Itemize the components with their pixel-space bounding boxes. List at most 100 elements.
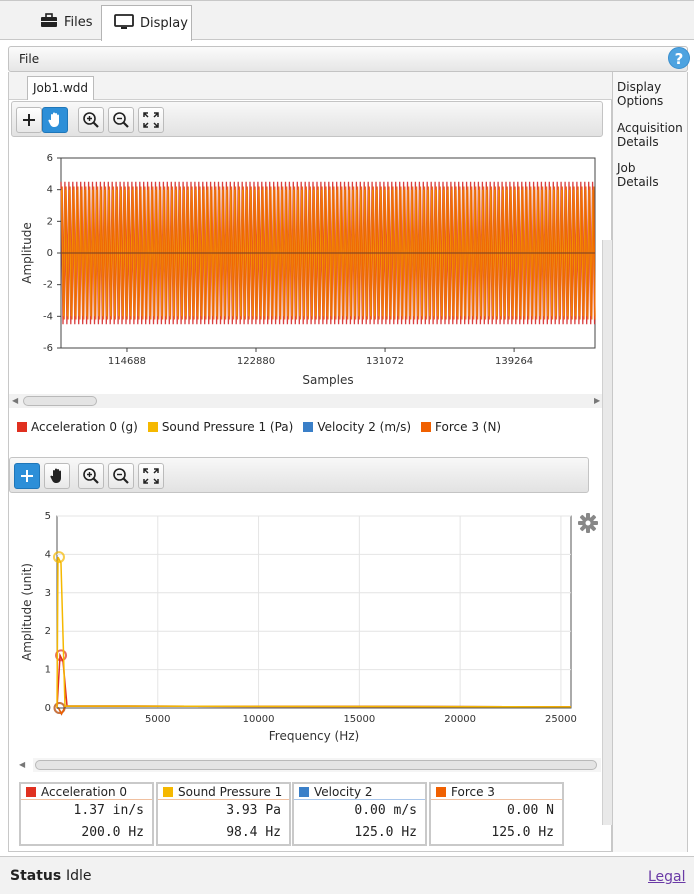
side-scroll-strip [602, 240, 612, 825]
scroll-left-arrow[interactable]: ◀ [12, 396, 18, 405]
time-plot-scrollbar[interactable]: ◀ ▶ [9, 394, 605, 408]
cursor-box-force: Force 3 0.00 N 125.0 Hz [429, 782, 564, 846]
y-tick-label: 4 [47, 185, 53, 196]
expand-icon [143, 112, 159, 128]
scroll-thumb[interactable] [35, 760, 597, 770]
side-item-display-options[interactable]: Display Options [617, 80, 663, 108]
zoom-in-button[interactable] [78, 107, 104, 133]
cursor-frequency: 98.4 Hz [226, 825, 281, 840]
legend-item[interactable]: Acceleration 0 (g) [17, 420, 138, 434]
legal-link[interactable]: Legal [648, 869, 686, 885]
status-bar: Status Idle Legal [0, 856, 694, 894]
tab-files-label: Files [64, 15, 93, 30]
pan-button[interactable] [42, 107, 68, 133]
cursor-box-sound-pressure: Sound Pressure 1 3.93 Pa 98.4 Hz [156, 782, 291, 846]
scroll-thumb[interactable] [23, 396, 97, 406]
zoom-out-button[interactable] [108, 463, 134, 489]
monitor-icon [114, 13, 134, 34]
app-window: Files Display File ? Job1.wdd 6 4 2 0 -2… [0, 0, 694, 894]
x-tick-label: 122880 [237, 356, 275, 367]
cursor-frequency: 200.0 Hz [81, 825, 144, 840]
x-tick-label: 10000 [243, 714, 275, 725]
tab-display[interactable]: Display [101, 5, 192, 41]
frequency-domain-chart[interactable]: 0 1 2 3 4 5 5000 10000 15000 20000 25000 Frequency … [9, 502, 609, 820]
side-item-label: Acquisition Details [617, 121, 683, 149]
scroll-left-arrow[interactable]: ◀ [19, 760, 25, 769]
scroll-right-arrow[interactable]: ▶ [594, 396, 600, 405]
zoom-out-icon [113, 468, 129, 484]
side-item-job-details[interactable]: Job Details [617, 161, 659, 189]
side-item-label: Job Details [617, 161, 659, 189]
tab-files[interactable]: Files [28, 5, 105, 40]
frequency-plot-toolbar [9, 457, 589, 493]
x-tick-label: 131072 [366, 356, 404, 367]
fit-view-button[interactable] [138, 463, 164, 489]
y-tick-label: 4 [45, 549, 51, 560]
y-tick-label: 0 [45, 703, 51, 714]
y-tick-label: 1 [45, 665, 51, 676]
zoom-out-icon [113, 112, 129, 128]
y-tick-label: -6 [43, 343, 53, 354]
hand-icon [48, 112, 59, 127]
legend-item[interactable]: Velocity 2 (m/s) [303, 420, 411, 434]
y-tick-label: -2 [43, 280, 53, 291]
time-plot-toolbar [11, 101, 603, 137]
side-item-label: Display Options [617, 80, 664, 108]
zoom-in-button[interactable] [78, 463, 104, 489]
status-label: Status [10, 868, 62, 884]
x-axis-label: Frequency (Hz) [269, 729, 360, 743]
zoom-in-icon [83, 468, 99, 484]
side-panel: Display Options Acquisition Details Job Det… [612, 72, 688, 852]
x-tick-label: 114688 [108, 356, 146, 367]
y-axis-label: Amplitude (unit) [20, 563, 34, 661]
side-item-acquisition-details[interactable]: Acquisition Details [617, 121, 683, 149]
cursor-value: 0.00 N [507, 803, 554, 818]
fit-view-button[interactable] [138, 107, 164, 133]
y-tick-label: 2 [47, 216, 53, 227]
cursor-box-velocity: Velocity 2 0.00 m/s 125.0 Hz [292, 782, 427, 846]
document-tab[interactable]: Job1.wdd [27, 76, 94, 100]
chart-legend: Acceleration 0 (g) Sound Pressure 1 (Pa)… [17, 420, 501, 434]
zoom-out-button[interactable] [108, 107, 134, 133]
add-cursor-button[interactable] [16, 107, 42, 133]
y-tick-label: 6 [47, 153, 53, 164]
plus-icon [23, 114, 35, 126]
y-axis-label: Amplitude [20, 222, 34, 284]
cursor-value: 0.00 m/s [354, 803, 417, 818]
y-tick-label: 0 [47, 248, 53, 259]
expand-icon [143, 468, 159, 484]
y-tick-label: 3 [45, 588, 51, 599]
y-tick-label: 5 [45, 511, 51, 522]
status-value: Idle [66, 868, 92, 884]
time-domain-chart[interactable]: 6 4 2 0 -2 -4 -6 114688 122880 131072 139264 Sample… [9, 142, 609, 462]
pan-button[interactable] [44, 463, 70, 489]
file-menu-bar: File ? [8, 46, 690, 72]
main-content: Job1.wdd 6 4 2 0 -2 -4 -6 114688 122880 131072 139… [8, 72, 613, 852]
y-tick-label: -4 [43, 311, 53, 322]
help-icon[interactable]: ? [668, 47, 690, 69]
x-tick-label: 15000 [343, 714, 375, 725]
x-axis-label: Samples [302, 373, 353, 387]
x-tick-label: 25000 [545, 714, 577, 725]
y-tick-label: 2 [45, 626, 51, 637]
x-tick-label: 20000 [444, 714, 476, 725]
cursor-frequency: 125.0 Hz [491, 825, 554, 840]
add-cursor-button[interactable] [14, 463, 40, 489]
file-menu[interactable]: File [19, 52, 39, 66]
cursor-value: 1.37 in/s [73, 803, 144, 818]
x-tick-label: 139264 [495, 356, 533, 367]
hand-icon [50, 468, 61, 483]
cursor-box-acceleration: Acceleration 0 1.37 in/s 200.0 Hz [19, 782, 154, 846]
frequency-plot-scrollbar[interactable]: ◀ [19, 758, 601, 772]
legend-item[interactable]: Sound Pressure 1 (Pa) [147, 420, 293, 434]
cursor-value: 3.93 Pa [226, 803, 281, 818]
cursor-frequency: 125.0 Hz [354, 825, 417, 840]
briefcase-icon [40, 13, 58, 32]
document-tab-bar: Job1.wdd [9, 72, 613, 100]
legend-item[interactable]: Force 3 (N) [421, 420, 501, 434]
x-tick-label: 5000 [145, 714, 170, 725]
zoom-in-icon [83, 112, 99, 128]
plot-area [56, 515, 572, 709]
tab-display-label: Display [140, 16, 188, 31]
gear-icon[interactable] [577, 512, 599, 537]
